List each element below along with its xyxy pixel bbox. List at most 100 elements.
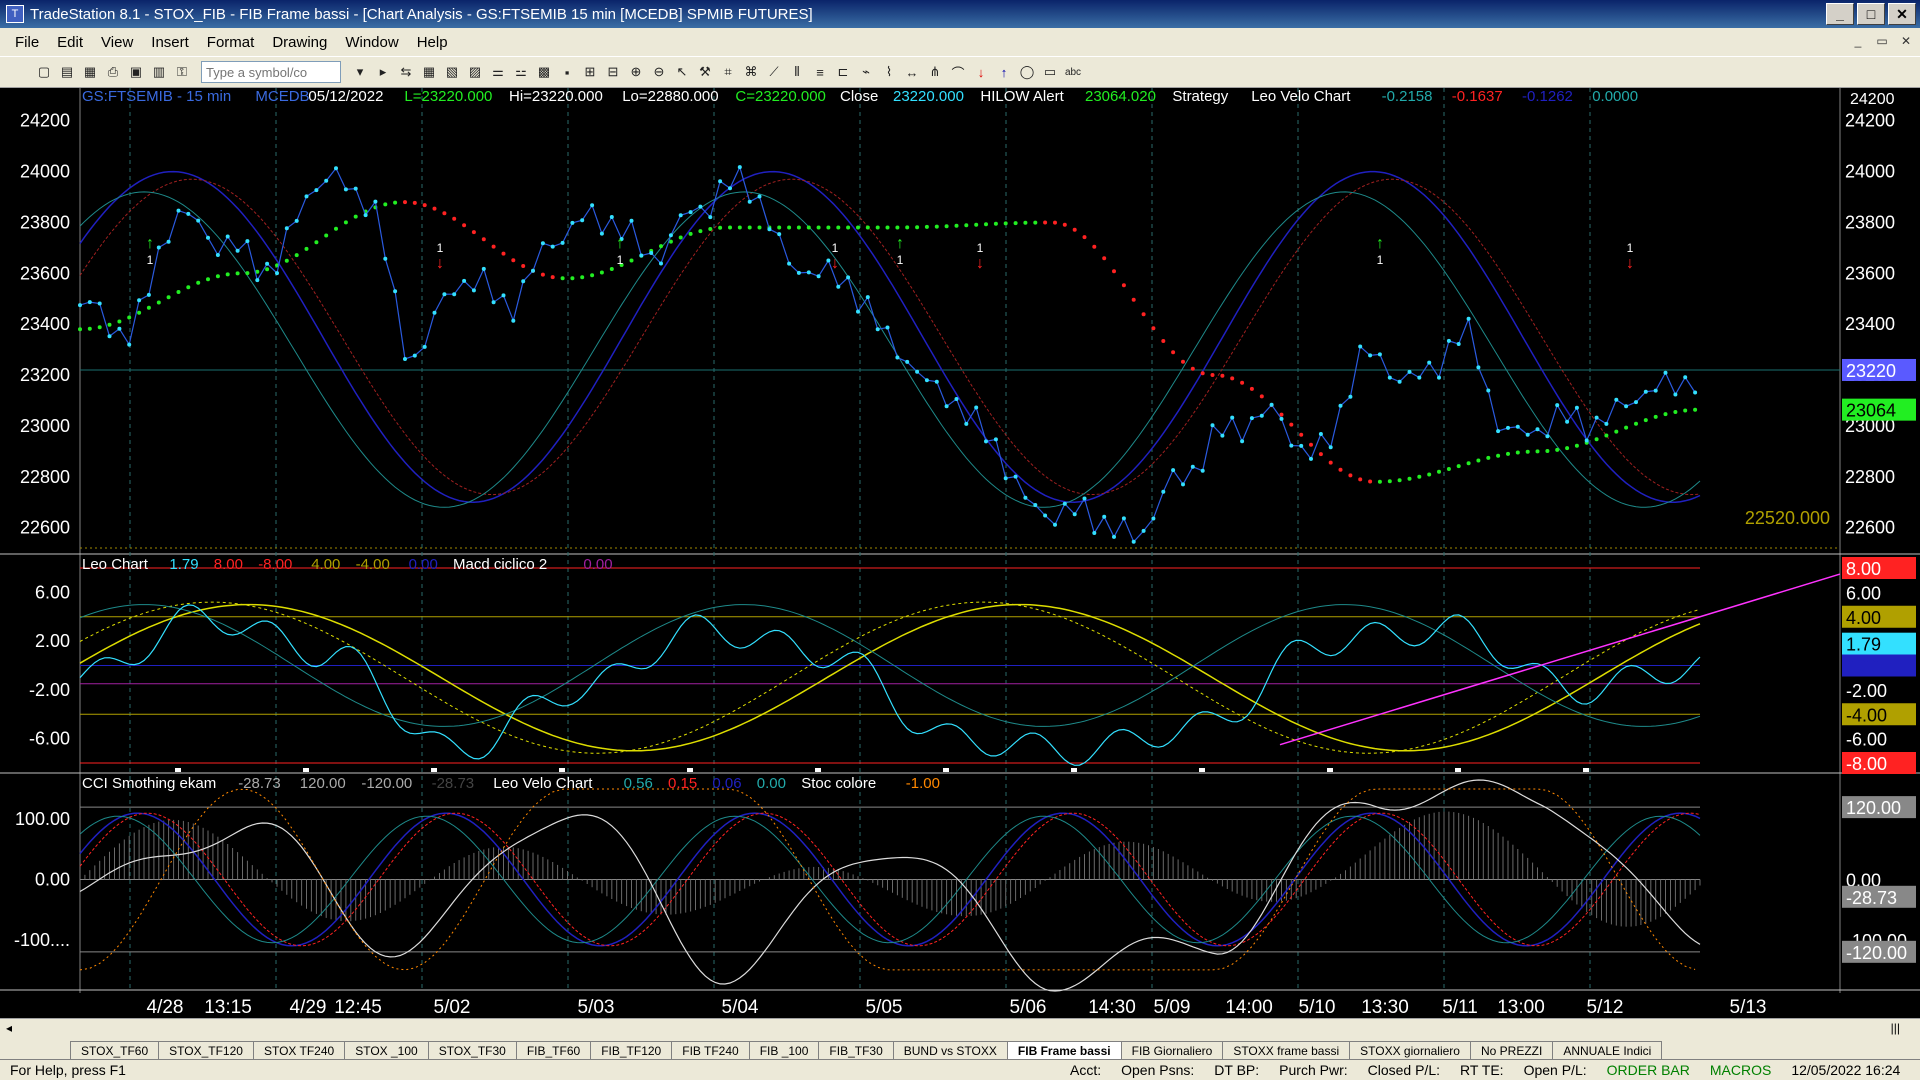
scroll-left-icon[interactable]: ◂ <box>6 1021 12 1035</box>
toolbar-button[interactable]: ⌘ <box>741 62 761 82</box>
workspace-tab[interactable]: STOX_TF60 <box>70 1041 160 1059</box>
toolbar-button[interactable]: ⊟ <box>603 62 623 82</box>
hilow-dot <box>393 200 398 205</box>
hilow-dot <box>1387 479 1392 484</box>
price-badge-text: 1.79 <box>1846 635 1881 655</box>
workspace-tab[interactable]: STOX TF240 <box>252 1041 346 1059</box>
menu-help[interactable]: Help <box>408 34 457 51</box>
toolbar-button[interactable]: ▪ <box>557 62 577 82</box>
mdi-close-button[interactable]: ✕ <box>1896 32 1916 50</box>
toolbar-button[interactable]: ▣ <box>126 62 146 82</box>
maximize-button[interactable]: □ <box>1857 3 1885 25</box>
save-icon[interactable]: ▦ <box>80 62 100 82</box>
close-price-dot <box>137 298 142 303</box>
menu-drawing[interactable]: Drawing <box>263 34 336 51</box>
zoom-in-icon[interactable]: ⊕ <box>626 62 646 82</box>
text-icon[interactable]: abc <box>1063 62 1083 82</box>
close-price-dot <box>1574 405 1579 410</box>
ellipse-icon[interactable]: ◯ <box>1017 62 1037 82</box>
zoom-out-icon[interactable]: ⊖ <box>649 62 669 82</box>
lock-icon[interactable]: ⚿ <box>172 62 192 82</box>
mdi-minimize-button[interactable]: _ <box>1848 32 1868 50</box>
hilow-dot <box>146 305 151 310</box>
menu-edit[interactable]: Edit <box>48 34 92 51</box>
x-axis-label: 12:45 <box>334 997 382 1018</box>
toolbar-button[interactable]: ⊏ <box>833 62 853 82</box>
minimize-button[interactable]: _ <box>1826 3 1854 25</box>
workspace-tab[interactable]: STOX_TF30 <box>427 1041 517 1059</box>
toolbar-button[interactable]: ▨ <box>465 62 485 82</box>
toolbar-button[interactable]: ▩ <box>534 62 554 82</box>
workspace-tab[interactable]: FIB Frame bassi <box>1006 1041 1122 1059</box>
toolbar-button[interactable]: ⇆ <box>396 62 416 82</box>
close-button[interactable]: ✕ <box>1888 3 1916 25</box>
rectangle-icon[interactable]: ▭ <box>1040 62 1060 82</box>
pointer-icon[interactable]: ↖ <box>672 62 692 82</box>
menu-file[interactable]: File <box>6 34 48 51</box>
toolbar-button[interactable]: ⋔ <box>925 62 945 82</box>
workspace-tab[interactable]: FIB TF240 <box>671 1041 750 1059</box>
toolbar-button[interactable]: ⌒ <box>948 62 968 82</box>
toolbar-button[interactable]: ⚍ <box>511 62 531 82</box>
close-price-dot <box>442 292 447 297</box>
header-value: 0.00 <box>757 775 786 792</box>
workspace-tab[interactable]: STOXX giornaliero <box>1349 1041 1471 1059</box>
toolbar-button[interactable]: ▧ <box>442 62 462 82</box>
menu-view[interactable]: View <box>92 34 142 51</box>
workspace-tab[interactable]: BUND vs STOXX <box>892 1041 1008 1059</box>
symbol-input[interactable] <box>201 61 341 83</box>
toolbar-button[interactable]: ⌁ <box>856 62 876 82</box>
status-item[interactable]: MACROS <box>1700 1062 1781 1078</box>
close-price-dot <box>353 186 358 191</box>
print-icon[interactable]: ⎙ <box>103 62 123 82</box>
toolbar-button[interactable]: ≡ <box>810 62 830 82</box>
toolbar-button[interactable]: ↔ <box>902 62 922 82</box>
menu-format[interactable]: Format <box>198 34 264 51</box>
toolbar-button[interactable]: ⊞ <box>580 62 600 82</box>
menu-window[interactable]: Window <box>336 34 407 51</box>
workspace-tab[interactable]: FIB_TF60 <box>515 1041 592 1059</box>
workspace-tab[interactable]: STOX_TF120 <box>158 1041 254 1059</box>
workspace-tab[interactable]: FIB_TF120 <box>590 1041 673 1059</box>
open-icon[interactable]: ▤ <box>57 62 77 82</box>
workspace-tab[interactable]: STOXX frame bassi <box>1222 1041 1351 1059</box>
toolbar-button[interactable]: ⚌ <box>488 62 508 82</box>
close-price-dot <box>1486 388 1491 393</box>
toolbar-button[interactable]: ⌇ <box>879 62 899 82</box>
chart-svg[interactable]: ↑1 ↓1 ↑1 ↓1 ↑1 ↓1 ↑1 ↓1 GS:FTSEMIB - 15 min MCED… <box>0 88 1920 1018</box>
hilow-dot <box>787 225 792 230</box>
toolbar-button[interactable]: ⌗ <box>718 62 738 82</box>
trendline-icon[interactable]: ⟋ <box>764 62 784 82</box>
workspace-tab[interactable]: FIB _100 <box>748 1041 820 1059</box>
hilow-dot <box>816 225 821 230</box>
arrow-up-icon[interactable]: ↓ <box>971 62 991 82</box>
status-item: RT TE: <box>1460 1062 1504 1078</box>
workspace-tab[interactable]: No PREZZI <box>1469 1041 1554 1059</box>
close-price-dot <box>1200 468 1205 473</box>
new-icon[interactable]: ▢ <box>34 62 54 82</box>
close-price-dot <box>334 166 338 171</box>
toolbar-button[interactable]: ⚒ <box>695 62 715 82</box>
toolbar-button[interactable]: ▦ <box>419 62 439 82</box>
close-price-dot <box>97 301 102 306</box>
close-price-dot <box>422 344 427 349</box>
workspace-tabs: STOX_TF60 STOX_TF120 STOX TF240 STOX _100 ST… <box>0 1040 1920 1060</box>
horizontal-scrollbar[interactable]: ◂ ||| <box>0 1018 1920 1040</box>
hilow-dot <box>432 206 437 211</box>
toolbar-button[interactable]: ⦀ <box>787 62 807 82</box>
toolbar-button[interactable]: ▥ <box>149 62 169 82</box>
menu-insert[interactable]: Insert <box>142 34 198 51</box>
chevron-down-icon[interactable]: ▾ <box>350 62 370 82</box>
mdi-restore-button[interactable]: ▭ <box>1872 32 1892 50</box>
workspace-tab[interactable]: ANNUALE Indici <box>1552 1041 1663 1059</box>
workspace-tab[interactable]: FIB Giornaliero <box>1120 1041 1224 1059</box>
workspace-tab[interactable]: STOX _100 <box>344 1041 429 1059</box>
scroll-thumb[interactable]: ||| <box>1891 1021 1900 1035</box>
hilow-dot <box>1299 432 1304 437</box>
status-item[interactable]: ORDER BAR <box>1597 1062 1700 1078</box>
workspace-tab[interactable]: FIB_TF30 <box>818 1041 894 1059</box>
x-axis-label: 5/06 <box>1010 997 1047 1018</box>
chart-analysis-window[interactable]: ↑ 1 ↓ 1 ↑ 1 ↓ 1 ↑ 1 ↓ 1 ↑ 1 ↓ 1 GS:FTSEMIB - 15 min MCED… <box>0 88 1920 1018</box>
arrow-down-icon[interactable]: ↑ <box>994 62 1014 82</box>
arrow-right-icon[interactable]: ▸ <box>373 62 393 82</box>
